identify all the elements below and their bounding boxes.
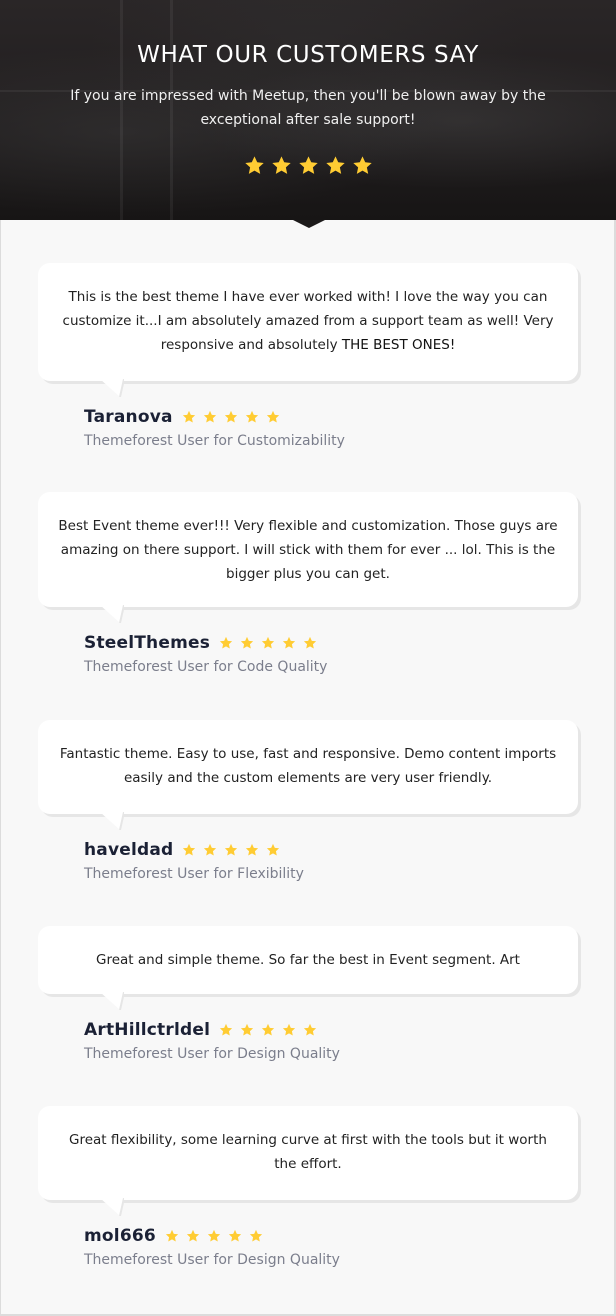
quote-text: Best Event theme ever!!! Very flexible a… bbox=[58, 518, 558, 582]
star-icon bbox=[249, 1229, 263, 1243]
star-icon bbox=[219, 636, 233, 650]
star-icon bbox=[182, 410, 196, 424]
hero-banner: WHAT OUR CUSTOMERS SAY If you are impres… bbox=[0, 0, 616, 220]
star-icon bbox=[165, 1229, 179, 1243]
star-icon bbox=[240, 636, 254, 650]
author-block: ArtHillctrldel Themeforest User for Desi… bbox=[84, 1020, 578, 1062]
bubble-tail bbox=[100, 992, 124, 1010]
section-divider-arrow bbox=[293, 220, 325, 228]
star-icon bbox=[186, 1229, 200, 1243]
quote-bubble: Best Event theme ever!!! Very flexible a… bbox=[38, 492, 578, 623]
star-icon bbox=[282, 1023, 296, 1037]
section-title: WHAT OUR CUSTOMERS SAY bbox=[137, 42, 479, 68]
star-icon bbox=[352, 155, 373, 176]
quote-bubble: Great and simple theme. So far the best … bbox=[38, 926, 578, 1010]
section-subtitle: If you are impressed with Meetup, then y… bbox=[70, 88, 546, 128]
star-icon bbox=[228, 1229, 242, 1243]
author-role: Themeforest User for Design Quality bbox=[84, 1252, 340, 1268]
star-icon bbox=[271, 155, 292, 176]
star-icon bbox=[245, 843, 259, 857]
bubble-tail bbox=[100, 1198, 124, 1216]
quote-text: Great flexibility, some learning curve a… bbox=[69, 1132, 547, 1172]
quote-text: Fantastic theme. Easy to use, fast and r… bbox=[59, 746, 557, 786]
star-icon bbox=[303, 636, 317, 650]
quote-bubble: Great flexibility, some learning curve a… bbox=[38, 1106, 578, 1216]
author-role: Themeforest User for Flexibility bbox=[84, 866, 304, 882]
bubble-tail bbox=[100, 812, 124, 830]
star-icon bbox=[298, 155, 319, 176]
testimonial-card: Great and simple theme. So far the best … bbox=[38, 926, 578, 1062]
quote-bubble: This is the best theme I have ever worke… bbox=[38, 263, 578, 397]
author-role: Themeforest User for Code Quality bbox=[84, 659, 328, 675]
testimonial-card: This is the best theme I have ever worke… bbox=[38, 263, 578, 449]
star-icon bbox=[266, 843, 280, 857]
hero-rating bbox=[0, 155, 616, 176]
star-icon bbox=[261, 636, 275, 650]
author-block: Taranova Themeforest User for Customizab… bbox=[84, 407, 578, 449]
quote-text: Great and simple theme. So far the best … bbox=[96, 952, 520, 968]
author-rating bbox=[182, 843, 280, 857]
author-rating bbox=[219, 1023, 317, 1037]
quote-bubble: Fantastic theme. Easy to use, fast and r… bbox=[38, 720, 578, 830]
author-name: ArtHillctrldel bbox=[84, 1020, 211, 1040]
author-rating bbox=[219, 636, 317, 650]
author-rating bbox=[182, 410, 280, 424]
author-block: SteelThemes Themeforest User for Code Qu… bbox=[84, 633, 578, 675]
star-icon bbox=[219, 1023, 233, 1037]
star-icon bbox=[282, 636, 296, 650]
author-rating bbox=[165, 1229, 263, 1243]
star-icon bbox=[266, 410, 280, 424]
author-block: mol666 Themeforest User for Design Quali… bbox=[84, 1226, 578, 1268]
star-icon bbox=[182, 843, 196, 857]
star-icon bbox=[245, 410, 259, 424]
quote-text: This is the best theme I have ever worke… bbox=[62, 289, 554, 353]
star-icon bbox=[244, 155, 265, 176]
author-name: mol666 bbox=[84, 1226, 156, 1246]
star-icon bbox=[240, 1023, 254, 1037]
author-role: Themeforest User for Design Quality bbox=[84, 1046, 340, 1062]
star-icon bbox=[203, 843, 217, 857]
bubble-tail bbox=[100, 379, 124, 397]
testimonial-card: Best Event theme ever!!! Very flexible a… bbox=[38, 492, 578, 675]
author-block: haveldad Themeforest User for Flexibilit… bbox=[84, 840, 578, 882]
testimonial-card: Great flexibility, some learning curve a… bbox=[38, 1106, 578, 1268]
star-icon bbox=[325, 155, 346, 176]
bubble-tail bbox=[100, 605, 124, 623]
author-name: haveldad bbox=[84, 840, 174, 860]
author-name: Taranova bbox=[84, 407, 173, 427]
testimonial-card: Fantastic theme. Easy to use, fast and r… bbox=[38, 720, 578, 882]
quote-emphasis: THE BEST ONES! bbox=[341, 337, 456, 353]
star-icon bbox=[261, 1023, 275, 1037]
star-icon bbox=[207, 1229, 221, 1243]
star-icon bbox=[224, 843, 238, 857]
star-icon bbox=[203, 410, 217, 424]
star-icon bbox=[303, 1023, 317, 1037]
author-name: SteelThemes bbox=[84, 633, 211, 653]
author-role: Themeforest User for Customizability bbox=[84, 433, 345, 449]
star-icon bbox=[224, 410, 238, 424]
